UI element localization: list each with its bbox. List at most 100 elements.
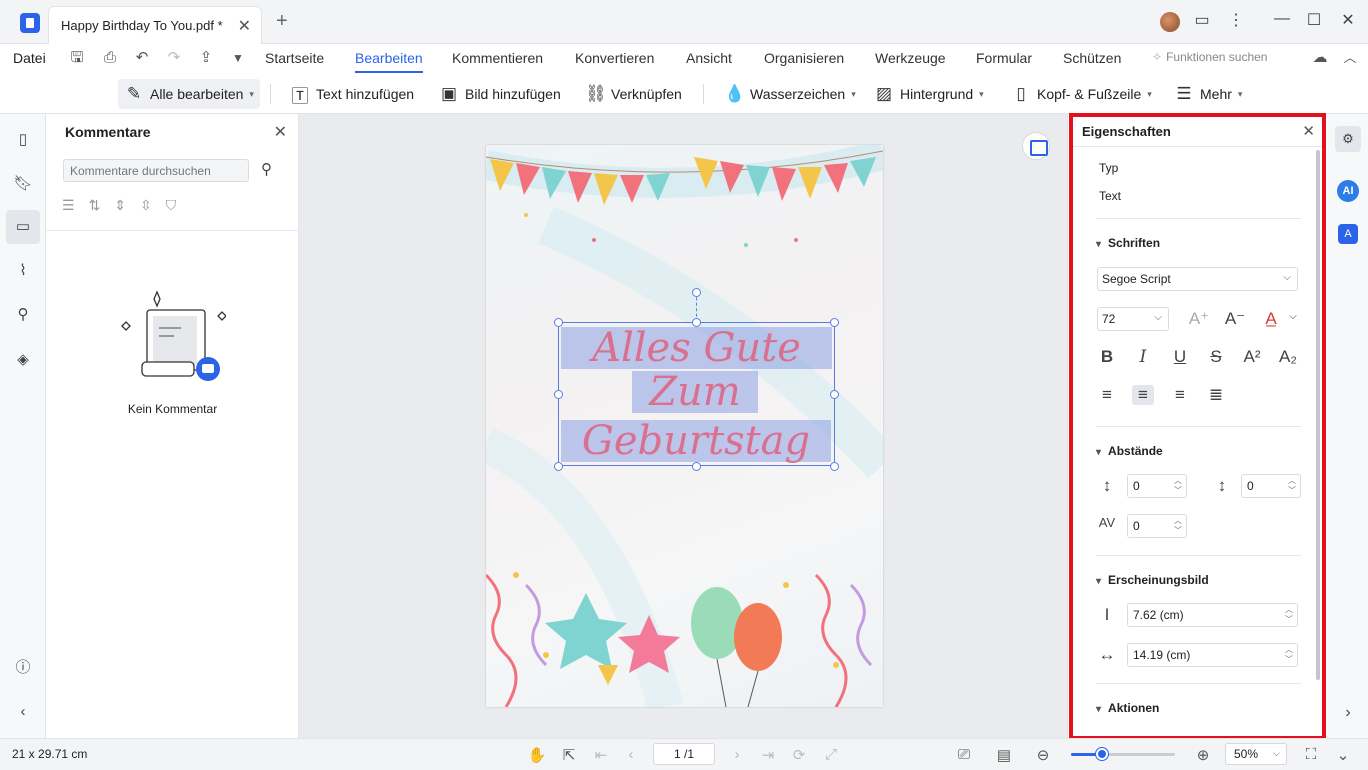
appearance-section-header[interactable]: Erscheinungsbild	[1096, 573, 1209, 587]
attachment-icon[interactable]: ⌇	[11, 259, 35, 283]
sort-asc-icon[interactable]: ⇅	[89, 197, 101, 214]
select-tool-icon[interactable]: ⇱	[559, 746, 579, 764]
quick-access-dropdown-icon[interactable]: ▼	[228, 48, 248, 68]
search-icon[interactable]: ⚲	[261, 160, 272, 178]
resize-handle-right[interactable]	[830, 390, 839, 399]
translate-icon[interactable]	[1022, 132, 1050, 160]
redo-icon[interactable]: ↷	[164, 48, 184, 68]
fit-page-icon[interactable]: ⤢	[821, 746, 841, 763]
close-comments-icon[interactable]: ✕	[274, 122, 287, 142]
save-icon[interactable]: 🖫	[67, 48, 87, 68]
width-input[interactable]: 14.19 (cm) ︿ ﹀	[1127, 643, 1298, 667]
zoom-in-icon[interactable]: ⊕	[1193, 746, 1213, 764]
function-search[interactable]: ✧ Funktionen suchen	[1152, 50, 1267, 64]
add-text-button[interactable]: 🅃 Text hinzufügen	[290, 79, 415, 109]
more-options-icon[interactable]: ⋮	[1224, 10, 1248, 30]
resize-handle-top-left[interactable]	[554, 318, 563, 327]
paragraph-spacing-input[interactable]: 0 ︿ ﹀	[1241, 474, 1301, 498]
page-thumbnails-icon[interactable]: ▯	[11, 128, 35, 152]
close-properties-icon[interactable]: ✕	[1302, 122, 1315, 140]
undo-icon[interactable]: ↶	[132, 48, 152, 68]
chat-icon[interactable]: ▭	[1190, 10, 1214, 30]
tab-kommentieren[interactable]: Kommentieren	[452, 50, 543, 66]
align-justify-icon[interactable]: ≣	[1205, 385, 1227, 405]
subscript-icon[interactable]: A₂	[1277, 347, 1299, 367]
first-page-icon[interactable]: ⇤	[591, 746, 611, 764]
resize-handle-top-right[interactable]	[830, 318, 839, 327]
edit-all-button[interactable]: ✎ Alle bearbeiten ▾	[118, 79, 260, 109]
properties-scrollbar[interactable]	[1316, 150, 1320, 680]
document-canvas[interactable]: Alles Gute Zum Geburtstag	[299, 114, 1067, 738]
file-menu[interactable]: Datei	[13, 50, 46, 66]
new-tab-icon[interactable]: +	[276, 11, 288, 31]
tab-konvertieren[interactable]: Konvertieren	[575, 50, 654, 66]
align-right-icon[interactable]: ≡	[1169, 385, 1191, 405]
reading-mode-icon[interactable]: ⎚	[954, 746, 974, 763]
font-size-select[interactable]: 72 ⌵	[1097, 307, 1169, 331]
resize-handle-top[interactable]	[692, 318, 701, 327]
strikethrough-icon[interactable]: S	[1205, 347, 1227, 367]
bold-icon[interactable]: B	[1096, 347, 1118, 367]
rotate-page-icon[interactable]: ⟳	[789, 746, 809, 764]
collapse-icon[interactable]: ⇳	[140, 197, 152, 214]
fullscreen-icon[interactable]: ⛶	[1301, 746, 1321, 763]
spinner-arrows-icon[interactable]: ︿ ﹀	[1174, 516, 1182, 536]
header-footer-button[interactable]: ▯ Kopf- & Fußzeile ▾	[1011, 79, 1151, 109]
more-button[interactable]: ☰ Mehr ▾	[1174, 79, 1242, 109]
rotate-handle[interactable]	[692, 288, 701, 297]
zoom-slider-knob[interactable]	[1096, 748, 1109, 760]
sort-list-icon[interactable]: ☰	[62, 197, 75, 214]
cloud-upload-icon[interactable]: ☁	[1310, 48, 1330, 68]
layers-icon[interactable]: ◈	[11, 348, 35, 372]
share-icon[interactable]: ⇪	[196, 48, 216, 68]
spinner-arrows-icon[interactable]: ︿ ﹀	[1285, 645, 1293, 665]
italic-icon[interactable]: I	[1132, 347, 1154, 367]
next-page-icon[interactable]: ›	[727, 746, 747, 763]
comments-icon[interactable]: ▭	[6, 210, 40, 244]
background-button[interactable]: ▨ Hintergrund ▾	[874, 79, 984, 109]
help-icon[interactable]: ⓘ	[11, 656, 35, 680]
collapse-ribbon-icon[interactable]: ︿	[1340, 48, 1360, 68]
text-selection-box[interactable]	[558, 322, 835, 466]
decrease-font-size-icon[interactable]: A⁻	[1224, 309, 1246, 329]
tab-werkzeuge[interactable]: Werkzeuge	[875, 50, 946, 66]
comments-search-input[interactable]	[63, 159, 249, 182]
expand-icon[interactable]: ⇕	[114, 197, 126, 214]
search-icon[interactable]: ⚲	[11, 303, 35, 327]
align-left-icon[interactable]: ≡	[1096, 385, 1118, 405]
collapse-left-icon[interactable]: ‹	[11, 700, 35, 724]
underline-icon[interactable]: U	[1169, 347, 1191, 367]
minimize-button[interactable]: —	[1270, 10, 1294, 28]
spinner-arrows-icon[interactable]: ︿ ﹀	[1285, 605, 1293, 625]
close-window-button[interactable]: ✕	[1336, 10, 1360, 30]
font-family-select[interactable]: Segoe Script ⌵	[1097, 267, 1298, 291]
user-avatar[interactable]	[1160, 12, 1180, 32]
hand-tool-icon[interactable]: ✋	[527, 746, 547, 764]
align-center-icon[interactable]: ≡	[1132, 385, 1154, 405]
collapse-right-icon[interactable]: ›	[1335, 700, 1361, 726]
resize-handle-bottom-right[interactable]	[830, 462, 839, 471]
maximize-button[interactable]: ☐	[1302, 10, 1326, 30]
bookmark-icon[interactable]: 🔖︎	[11, 172, 35, 196]
link-button[interactable]: ⛓ Verknüpfen	[585, 79, 682, 109]
resize-handle-left[interactable]	[554, 390, 563, 399]
tab-formular[interactable]: Formular	[976, 50, 1032, 66]
spacing-section-header[interactable]: Abstände	[1096, 444, 1163, 458]
page-layout-icon[interactable]: ▤	[994, 746, 1014, 764]
resize-handle-bottom-left[interactable]	[554, 462, 563, 471]
tab-organisieren[interactable]: Organisieren	[764, 50, 844, 66]
tab-ansicht[interactable]: Ansicht	[686, 50, 732, 66]
tab-schuetzen[interactable]: Schützen	[1063, 50, 1121, 66]
resize-handle-bottom[interactable]	[692, 462, 701, 471]
zoom-select[interactable]: 50% ⌵	[1225, 743, 1287, 765]
tab-bearbeiten[interactable]: Bearbeiten	[355, 50, 423, 73]
ai-assistant-icon[interactable]: AI	[1337, 180, 1359, 202]
translate-text-icon[interactable]: A	[1338, 224, 1358, 244]
watermark-button[interactable]: 💧 Wasserzeichen ▾	[724, 79, 856, 109]
line-spacing-input[interactable]: 0 ︿ ﹀	[1127, 474, 1187, 498]
document-tab[interactable]: Happy Birthday To You.pdf * ✕	[48, 6, 262, 44]
actions-section-header[interactable]: Aktionen	[1096, 701, 1159, 715]
fonts-section-header[interactable]: Schriften	[1096, 236, 1160, 250]
expand-panel-icon[interactable]: ⌄	[1333, 746, 1353, 764]
chevron-down-icon[interactable]: ⌵	[1282, 311, 1304, 322]
